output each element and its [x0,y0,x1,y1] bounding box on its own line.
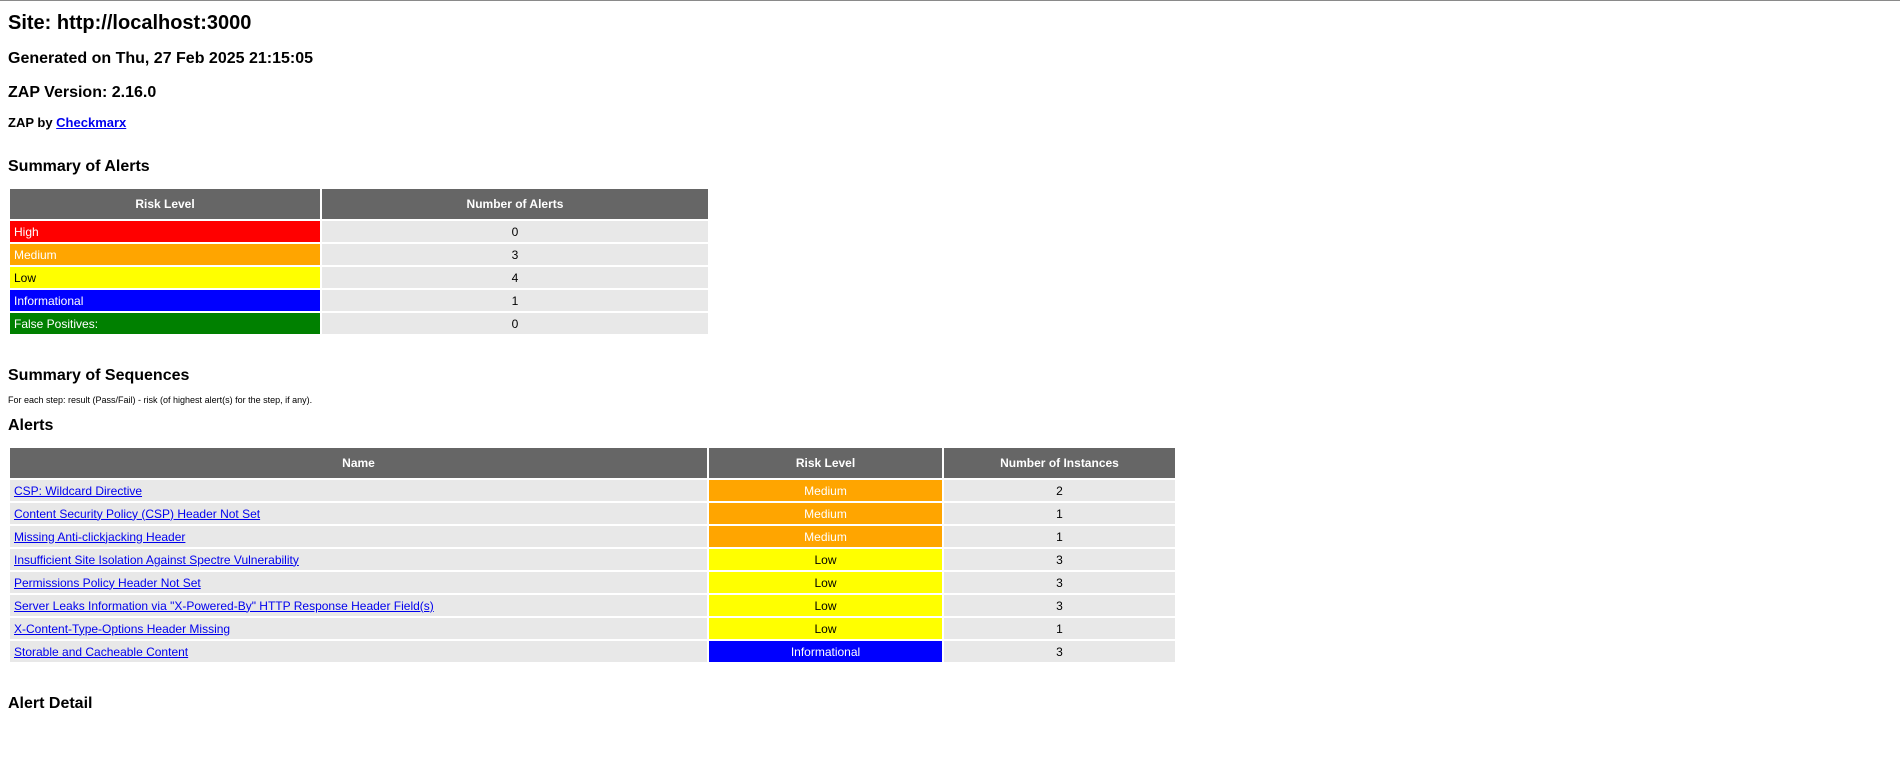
report-body: Site: http://localhost:3000 Generated on… [0,11,1900,714]
alert-risk-cell: Low [709,572,942,593]
summary-row: False Positives: 0 [10,313,708,334]
alert-name-link[interactable]: Storable and Cacheable Content [14,645,188,659]
alert-name-cell: Missing Anti-clickjacking Header [10,526,707,547]
alert-detail-heading: Alert Detail [8,695,93,712]
alert-row: CSP: Wildcard Directive Medium 2 [10,480,1175,501]
alerts-heading: Alerts [8,417,54,434]
name-header: Name [10,448,707,478]
generated-date: Generated on Thu, 27 Feb 2025 21:15:05 [8,50,314,67]
alert-row: Permissions Policy Header Not Set Low 3 [10,572,1175,593]
alert-count-cell: 0 [322,221,708,242]
alert-risk-cell: Low [709,618,942,639]
alert-count-cell: 3 [322,244,708,265]
alert-instances-cell: 1 [944,618,1175,639]
alert-name-link[interactable]: Permissions Policy Header Not Set [14,576,201,590]
alert-instances-cell: 2 [944,480,1175,501]
alert-risk-cell: Medium [709,526,942,547]
risk-level-cell: Informational [10,290,320,311]
risk-level-cell: False Positives: [10,313,320,334]
alert-name-link[interactable]: Content Security Policy (CSP) Header Not… [14,507,260,521]
alert-instances-cell: 3 [944,641,1175,662]
alert-instances-cell: 3 [944,595,1175,616]
top-border [0,0,1900,1]
alert-instances-cell: 1 [944,526,1175,547]
site-title: Site: http://localhost:3000 [8,12,252,34]
alert-name-cell: Permissions Policy Header Not Set [10,572,707,593]
alert-name-cell: Content Security Policy (CSP) Header Not… [10,503,707,524]
zap-version: ZAP Version: 2.16.0 [8,84,157,101]
alert-name-cell: CSP: Wildcard Directive [10,480,707,501]
sequences-note: For each step: result (Pass/Fail) - risk… [8,395,313,405]
risk-level-cell: Low [10,267,320,288]
alert-risk-cell: Medium [709,503,942,524]
summary-row: High 0 [10,221,708,242]
summary-of-alerts-table: Risk Level Number of Alerts High 0 Medium 3… [8,187,710,336]
risk-level-cell: High [10,221,320,242]
alert-instances-cell: 3 [944,572,1175,593]
alert-row: Content Security Policy (CSP) Header Not… [10,503,1175,524]
alert-count-cell: 0 [322,313,708,334]
summary-row: Low 4 [10,267,708,288]
alert-name-cell: Server Leaks Information via "X-Powered-… [10,595,707,616]
alert-instances-cell: 1 [944,503,1175,524]
alert-count-cell: 4 [322,267,708,288]
alert-name-cell: Storable and Cacheable Content [10,641,707,662]
alert-name-cell: Insufficient Site Isolation Against Spec… [10,549,707,570]
alert-risk-cell: Informational [709,641,942,662]
number-of-alerts-header: Number of Alerts [322,189,708,219]
zap-by-line: ZAP by Checkmarx [8,115,1892,131]
number-of-instances-header: Number of Instances [944,448,1175,478]
alert-count-cell: 1 [322,290,708,311]
alert-name-link[interactable]: Server Leaks Information via "X-Powered-… [14,599,434,613]
alerts-table: Name Risk Level Number of Instances CSP:… [8,446,1177,664]
risk-level-cell: Medium [10,244,320,265]
alert-name-link[interactable]: X-Content-Type-Options Header Missing [14,622,230,636]
alert-row: Server Leaks Information via "X-Powered-… [10,595,1175,616]
alert-name-link[interactable]: Missing Anti-clickjacking Header [14,530,185,544]
summary-of-alerts-heading: Summary of Alerts [8,158,150,175]
alert-risk-cell: Medium [709,480,942,501]
alert-name-link[interactable]: CSP: Wildcard Directive [14,484,142,498]
summary-row: Medium 3 [10,244,708,265]
alert-row: Storable and Cacheable Content Informatio… [10,641,1175,662]
risk-level-header: Risk Level [10,189,320,219]
alert-instances-cell: 3 [944,549,1175,570]
risk-level-header: Risk Level [709,448,942,478]
alerts-header-row: Name Risk Level Number of Instances [10,448,1175,478]
alert-name-cell: X-Content-Type-Options Header Missing [10,618,707,639]
summary-of-sequences-heading: Summary of Sequences [8,367,190,384]
alert-row: Insufficient Site Isolation Against Spec… [10,549,1175,570]
summary-row: Informational 1 [10,290,708,311]
alert-risk-cell: Low [709,595,942,616]
alert-risk-cell: Low [709,549,942,570]
alert-row: X-Content-Type-Options Header Missing Low… [10,618,1175,639]
summary-header-row: Risk Level Number of Alerts [10,189,708,219]
alert-name-link[interactable]: Insufficient Site Isolation Against Spec… [14,553,299,567]
zap-by-prefix: ZAP by [8,115,57,130]
checkmarx-link[interactable]: Checkmarx [56,115,126,130]
alert-row: Missing Anti-clickjacking Header Medium 1 [10,526,1175,547]
